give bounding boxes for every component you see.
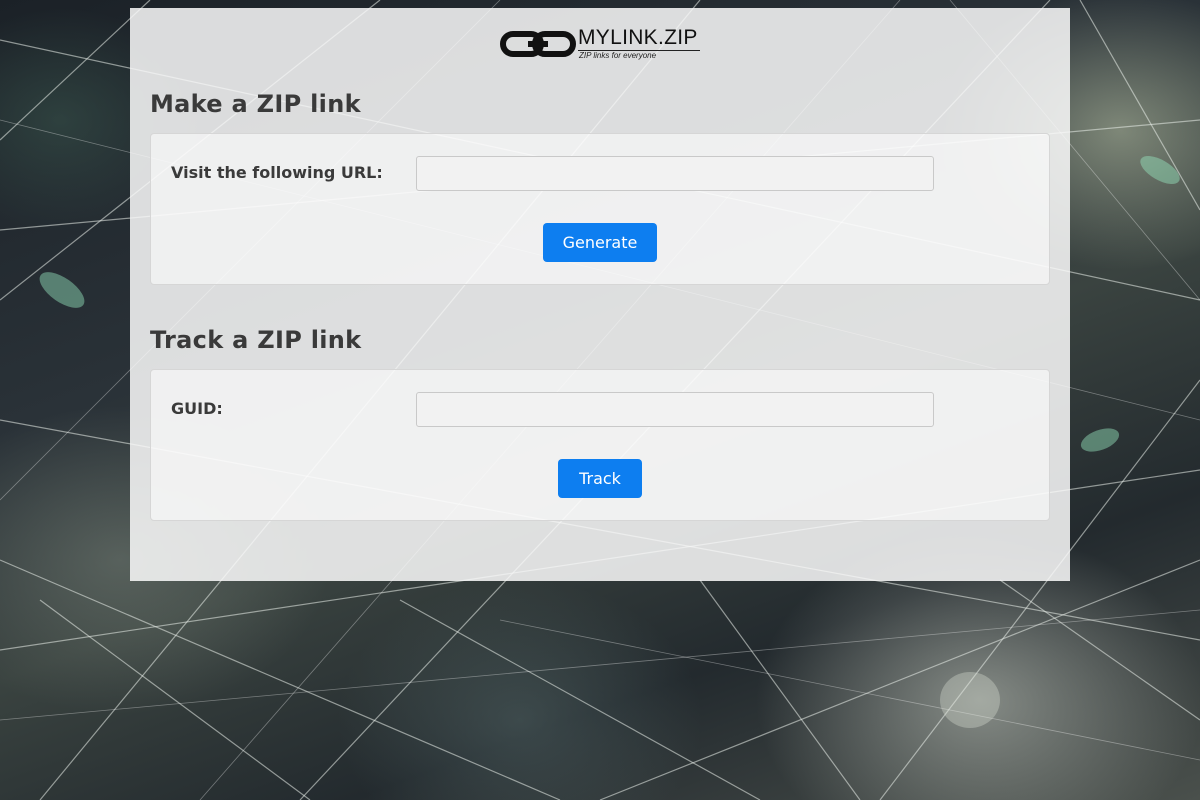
guid-label: GUID: [171, 399, 223, 418]
logo-name: MYLINK.ZIP [578, 26, 698, 49]
track-link-heading: Track a ZIP link [150, 326, 362, 354]
generate-button[interactable]: Generate [543, 223, 657, 262]
site-logo[interactable]: MYLINK.ZIP ZIP links for everyone [500, 26, 700, 66]
url-input[interactable] [416, 156, 934, 191]
logo-tagline: ZIP links for everyone [579, 51, 657, 60]
track-button[interactable]: Track [558, 459, 642, 498]
chain-link-icon [500, 31, 576, 57]
track-link-card: GUID: Track [150, 369, 1050, 521]
make-link-card: Visit the following URL: Generate [150, 133, 1050, 285]
main-panel: MYLINK.ZIP ZIP links for everyone Make a… [130, 8, 1070, 581]
make-link-heading: Make a ZIP link [150, 90, 361, 118]
guid-input[interactable] [416, 392, 934, 427]
url-label: Visit the following URL: [171, 163, 383, 182]
